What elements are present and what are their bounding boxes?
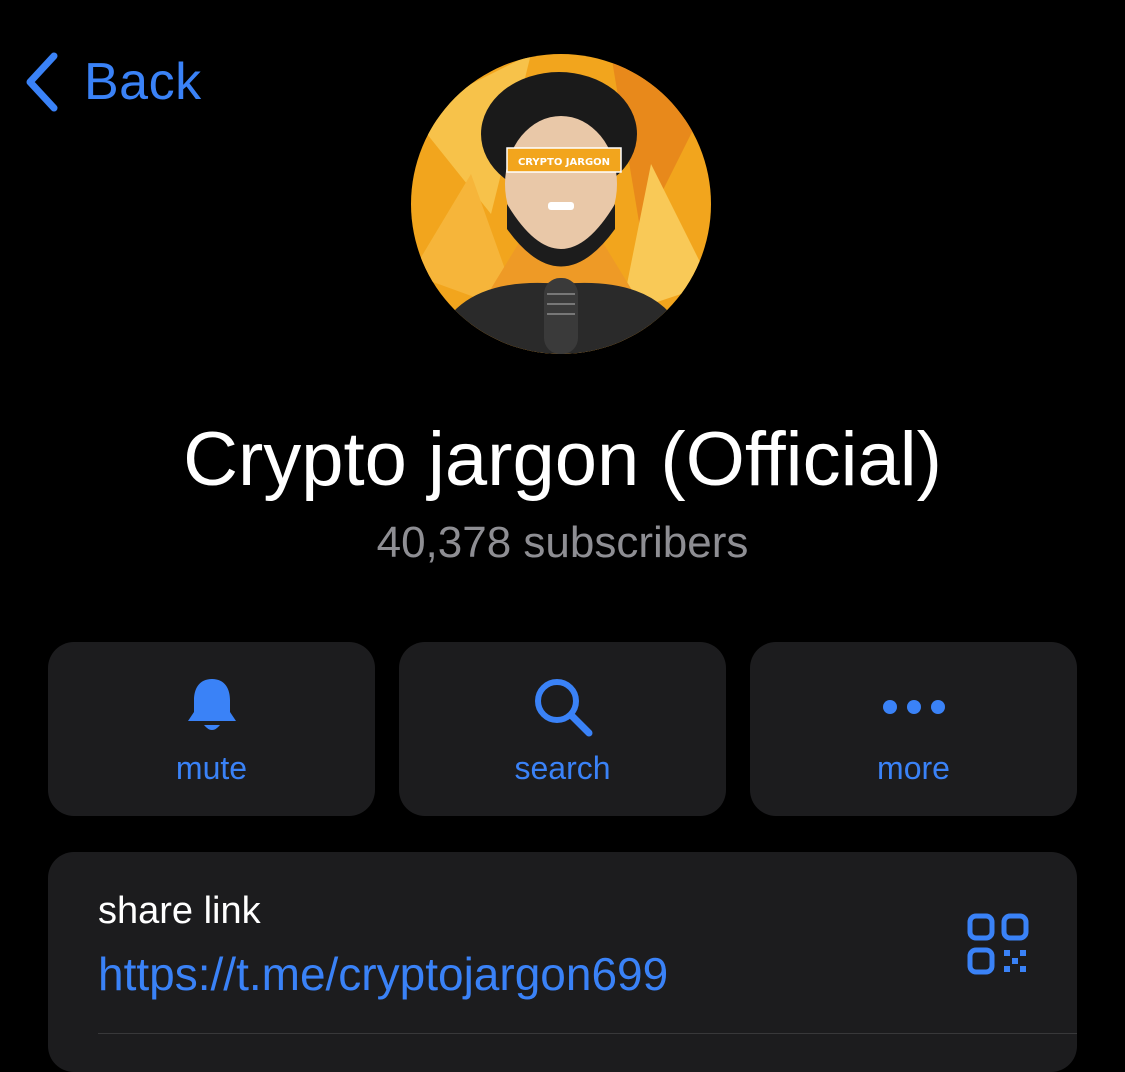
search-button[interactable]: search xyxy=(399,642,726,816)
more-label: more xyxy=(877,750,950,786)
back-label: Back xyxy=(84,53,202,111)
mute-label: mute xyxy=(175,750,248,786)
more-dots-icon xyxy=(750,672,1077,742)
more-button[interactable]: more xyxy=(750,642,1077,816)
bell-icon xyxy=(48,672,375,742)
share-link-url[interactable]: https://t.me/cryptojargon699 xyxy=(98,946,668,1002)
back-button[interactable]: Back xyxy=(22,50,202,114)
share-link-card: share link https://t.me/cryptojargon699 xyxy=(48,852,1077,1072)
share-link-label: share link xyxy=(98,890,261,932)
search-icon xyxy=(399,672,726,742)
divider xyxy=(98,1033,1077,1034)
qr-code-icon[interactable] xyxy=(966,912,1030,976)
chevron-left-icon xyxy=(22,50,62,114)
mute-button[interactable]: mute xyxy=(48,642,375,816)
action-bar: mute search more xyxy=(48,642,1077,816)
channel-name: Crypto jargon (Official) xyxy=(183,417,942,502)
avatar[interactable]: CRYPTO JARGON xyxy=(411,54,711,354)
search-label: search xyxy=(514,750,611,786)
subscriber-count: 40,378 subscribers xyxy=(376,518,749,567)
avatar-logo-text: CRYPTO JARGON xyxy=(518,157,610,168)
